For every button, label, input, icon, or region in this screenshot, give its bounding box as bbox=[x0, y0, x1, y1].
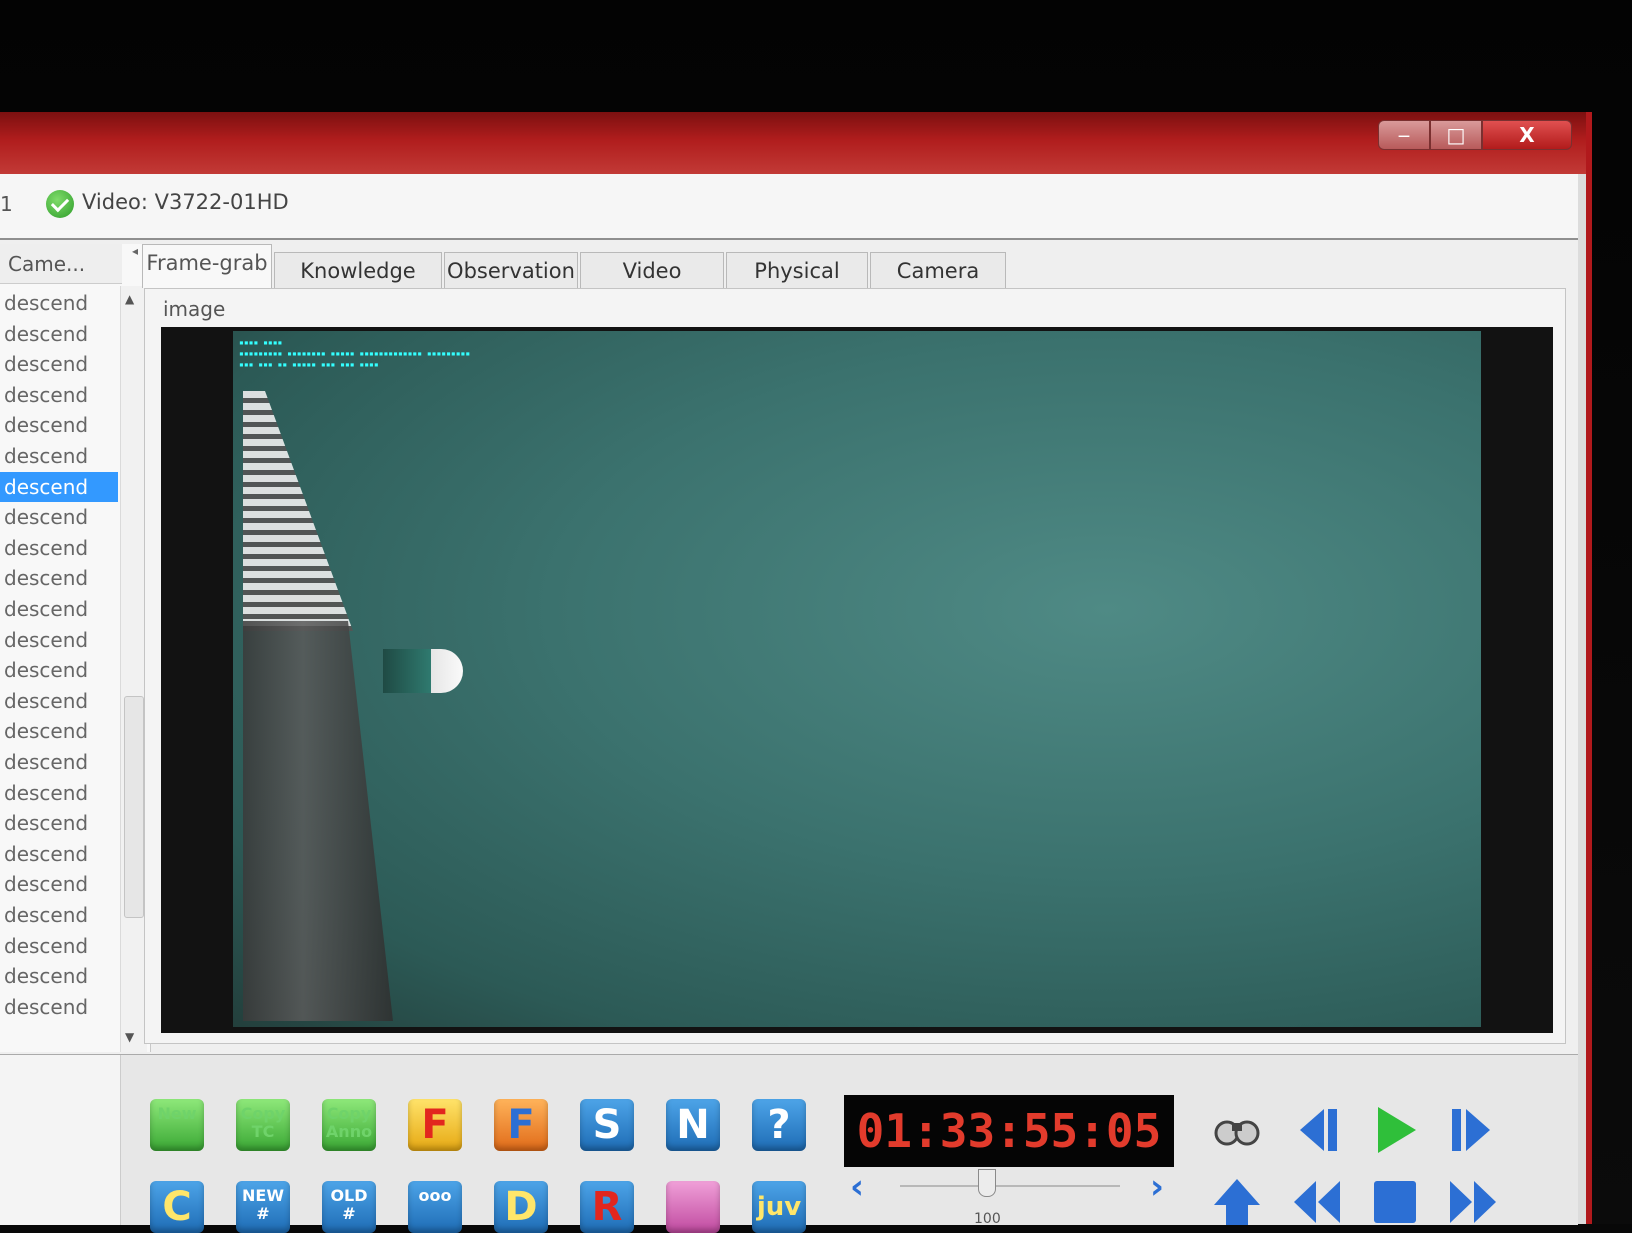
info-fragment: 1 bbox=[0, 192, 13, 216]
list-item[interactable]: descend bbox=[0, 563, 118, 593]
button-copy-tc-row1[interactable]: Copy TC bbox=[236, 1099, 290, 1151]
button-s-row1[interactable]: S bbox=[580, 1099, 634, 1151]
rewind-icon[interactable] bbox=[1290, 1175, 1344, 1229]
shuttle-slider-track[interactable] bbox=[900, 1185, 1120, 1187]
list-item[interactable]: descend bbox=[0, 747, 118, 777]
video-label: Video: V3722-01HD bbox=[82, 190, 289, 214]
scroll-thumb[interactable]: ≡ bbox=[124, 696, 144, 1223]
list-item[interactable]: descend bbox=[0, 349, 118, 379]
rov-light-shape bbox=[383, 649, 463, 693]
shuttle-slider-thumb[interactable] bbox=[978, 1169, 996, 1197]
close-button[interactable]: X bbox=[1482, 120, 1572, 150]
list-item[interactable]: descend bbox=[0, 319, 118, 349]
step-back-icon[interactable]: ‹ bbox=[850, 1167, 864, 1207]
list-item[interactable]: descend bbox=[0, 961, 118, 991]
shuttle-slider-value: 100 bbox=[974, 1211, 1001, 1227]
frame-grab-panel: image ▪▪▪▪ ▪▪▪▪ ▪▪▪▪▪▪▪▪▪ ▪▪▪▪▪▪▪▪ ▪▪▪▪▪ … bbox=[144, 288, 1566, 1044]
scroll-down-icon[interactable]: ▼ bbox=[125, 1030, 134, 1044]
client-area: 1 Video: V3722-01HD Came... ▲ ≡ ▼ descen… bbox=[0, 174, 1578, 1233]
button-old--row2[interactable]: OLD # bbox=[322, 1181, 376, 1233]
tab-frame-grab[interactable]: Frame-grab bbox=[142, 244, 272, 288]
check-icon bbox=[46, 190, 74, 218]
list-item[interactable]: descend bbox=[0, 380, 118, 410]
list-item[interactable]: descend bbox=[0, 931, 118, 961]
step-forward-icon[interactable]: › bbox=[1150, 1167, 1164, 1207]
list-item[interactable]: descend bbox=[0, 992, 118, 1022]
scroll-up-icon[interactable]: ▲ bbox=[125, 292, 134, 306]
minimize-button[interactable]: ‒ bbox=[1378, 120, 1430, 150]
list-item[interactable]: descend bbox=[0, 594, 118, 624]
list-item[interactable]: descend bbox=[0, 625, 118, 655]
column-header-camera[interactable]: Came... bbox=[0, 244, 122, 284]
tab-video-archive[interactable]: Video Archive bbox=[580, 252, 724, 319]
list-item[interactable]: descend bbox=[0, 655, 118, 685]
list-item[interactable]: descend bbox=[0, 900, 118, 930]
app-window: ‒ □ X 1 Video: V3722-01HD Came... ▲ ≡ ▼ … bbox=[0, 112, 1592, 1233]
list-item[interactable]: descend bbox=[0, 288, 118, 318]
info-bar: 1 Video: V3722-01HD bbox=[0, 174, 1578, 240]
list-item[interactable]: descend bbox=[0, 808, 118, 838]
tab-camera-data[interactable]: Camera Data bbox=[870, 252, 1006, 319]
annotation-toolbar: 01:33:55:05 ‹ 100 › New Copy TC Copy Ann… bbox=[0, 1054, 1578, 1233]
image-section-label: image bbox=[163, 297, 226, 321]
list-item[interactable]: descend bbox=[0, 869, 118, 899]
maximize-button[interactable]: □ bbox=[1430, 120, 1482, 150]
button-r-row2[interactable]: R bbox=[580, 1181, 634, 1233]
list-item[interactable]: descend bbox=[0, 686, 118, 716]
timecode-display: 01:33:55:05 bbox=[844, 1095, 1174, 1167]
video-overlay-text: ▪▪▪▪ ▪▪▪▪ ▪▪▪▪▪▪▪▪▪ ▪▪▪▪▪▪▪▪ ▪▪▪▪▪ ▪▪▪▪▪▪… bbox=[239, 338, 471, 369]
video-frame-image: ▪▪▪▪ ▪▪▪▪ ▪▪▪▪▪▪▪▪▪ ▪▪▪▪▪▪▪▪ ▪▪▪▪▪ ▪▪▪▪▪▪… bbox=[233, 331, 1481, 1027]
rov-cone-shape bbox=[243, 391, 353, 631]
step-back-frame-icon[interactable] bbox=[1290, 1103, 1344, 1157]
fast-forward-icon[interactable] bbox=[1446, 1175, 1500, 1229]
button-ooo-row2[interactable]: ooo bbox=[408, 1181, 462, 1233]
button-copy-anno-row1[interactable]: Copy Anno bbox=[322, 1099, 376, 1151]
list-item[interactable]: descend bbox=[0, 471, 118, 502]
button-hand-row2[interactable] bbox=[666, 1181, 720, 1233]
title-bar: ‒ □ X bbox=[0, 112, 1586, 174]
eject-icon[interactable] bbox=[1210, 1175, 1264, 1229]
image-frame: ▪▪▪▪ ▪▪▪▪ ▪▪▪▪▪▪▪▪▪ ▪▪▪▪▪▪▪▪ ▪▪▪▪▪ ▪▪▪▪▪▪… bbox=[161, 327, 1553, 1033]
button-help-row1[interactable]: ? bbox=[752, 1099, 806, 1151]
list-item[interactable]: descend bbox=[0, 716, 118, 746]
rov-body-shape bbox=[243, 621, 393, 1021]
tab-physical-data[interactable]: Physical Data bbox=[726, 252, 868, 319]
annotation-list-panel: Came... ▲ ≡ ▼ descenddescenddescenddesce… bbox=[0, 244, 151, 1223]
tab-knowledge-base[interactable]: Knowledge Base bbox=[274, 252, 442, 319]
button-n-row1[interactable]: N bbox=[666, 1099, 720, 1151]
button-f-row1[interactable]: F bbox=[408, 1099, 462, 1151]
list-item[interactable]: descend bbox=[0, 778, 118, 808]
binoculars-icon[interactable] bbox=[1210, 1105, 1264, 1159]
button-c-row2[interactable]: C bbox=[150, 1181, 204, 1233]
step-forward-frame-icon[interactable] bbox=[1446, 1103, 1500, 1157]
button-d-row2[interactable]: D bbox=[494, 1181, 548, 1233]
splitter-handle-icon[interactable]: ◂ bbox=[132, 244, 140, 274]
list-item[interactable]: descend bbox=[0, 410, 118, 440]
button-juv-row2[interactable]: juv bbox=[752, 1181, 806, 1233]
button-new-row1[interactable]: New bbox=[150, 1099, 204, 1151]
tab-observation[interactable]: Observation bbox=[444, 252, 578, 288]
list-item[interactable]: descend bbox=[0, 839, 118, 869]
play-icon[interactable] bbox=[1368, 1103, 1422, 1157]
tab-bar: Frame-grabKnowledge BaseObservationVideo… bbox=[142, 244, 1578, 319]
list-item[interactable]: descend bbox=[0, 441, 118, 471]
button-f-row1[interactable]: F bbox=[494, 1099, 548, 1151]
toolbar-left-panel bbox=[0, 1055, 121, 1225]
stop-icon[interactable] bbox=[1368, 1175, 1422, 1229]
list-item[interactable]: descend bbox=[0, 502, 118, 532]
list-scrollbar[interactable]: ▲ ≡ ▼ bbox=[120, 286, 147, 1223]
list-item[interactable]: descend bbox=[0, 533, 118, 563]
button-new--row2[interactable]: NEW # bbox=[236, 1181, 290, 1233]
